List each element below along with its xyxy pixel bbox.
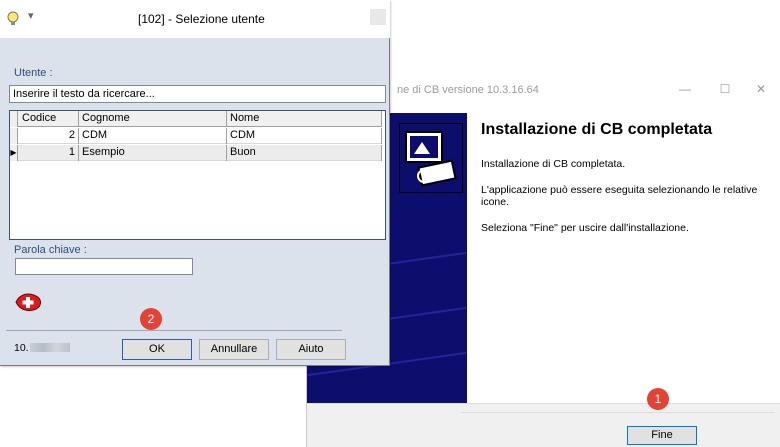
minimize-icon[interactable]: — — [675, 82, 695, 96]
divider — [6, 330, 342, 331]
cancel-button[interactable]: Annullare — [199, 339, 269, 360]
ok-button[interactable]: OK — [122, 339, 192, 360]
installer-paragraph-3: Seleziona "Fine" per uscire dall'install… — [481, 222, 689, 234]
search-input[interactable] — [9, 85, 386, 103]
keyword-label: Parola chiave : — [14, 244, 87, 256]
cell-name: Buon — [227, 145, 382, 161]
step-marker-1: 1 — [647, 388, 669, 410]
current-row-icon: ▶ — [10, 145, 18, 161]
keyword-input[interactable] — [15, 258, 193, 275]
column-header-code[interactable]: Codice — [19, 111, 79, 127]
users-table: Codice Cognome Nome 2 CDM CDM ▶ 1 Esempi… — [9, 110, 386, 240]
redacted-version — [30, 343, 70, 352]
user-label: Utente : — [14, 67, 53, 79]
installer-button-bar: Fine — [307, 403, 780, 447]
user-selection-dialog: ▾ [102] - Selezione utente Utente : Codi… — [0, 0, 390, 366]
maximize-icon[interactable]: ☐ — [715, 82, 735, 96]
installer-title: ne di CB versione 10.3.16.64 — [397, 84, 539, 96]
table-row[interactable]: ▶ 1 Esempio Buon — [10, 145, 382, 161]
close-icon[interactable] — [370, 9, 386, 25]
lightbulb-icon — [7, 11, 19, 25]
installer-paragraph-1: Installazione di CB completata. — [481, 158, 626, 170]
table-row[interactable]: 2 CDM CDM — [10, 128, 382, 144]
cell-code: 1 — [19, 145, 79, 161]
step-marker-2: 2 — [140, 308, 162, 330]
version-label: 10. — [14, 342, 29, 354]
dialog-title: [102] - Selezione utente — [138, 12, 265, 26]
cell-code: 2 — [19, 128, 79, 144]
table-header: Codice Cognome Nome — [10, 111, 382, 127]
swiss-flag-icon — [15, 293, 41, 311]
cell-surname: CDM — [79, 128, 227, 144]
column-header-surname[interactable]: Cognome — [79, 111, 227, 127]
quick-access-menu-icon[interactable]: ▾ — [28, 9, 34, 22]
divider — [461, 412, 775, 413]
cell-surname: Esempio — [79, 145, 227, 161]
column-header-name[interactable]: Nome — [227, 111, 382, 127]
installer-paragraph-2: L'applicazione può essere eseguita selez… — [481, 184, 758, 208]
close-icon[interactable]: ✕ — [751, 82, 771, 96]
cb-logo-icon — [399, 123, 463, 193]
help-button[interactable]: Aiuto — [276, 339, 346, 360]
cell-name: CDM — [227, 128, 382, 144]
installer-finish-button[interactable]: Fine — [627, 426, 697, 445]
installer-heading: Installazione di CB completata — [481, 121, 713, 138]
dialog-titlebar: ▾ [102] - Selezione utente — [0, 0, 390, 38]
